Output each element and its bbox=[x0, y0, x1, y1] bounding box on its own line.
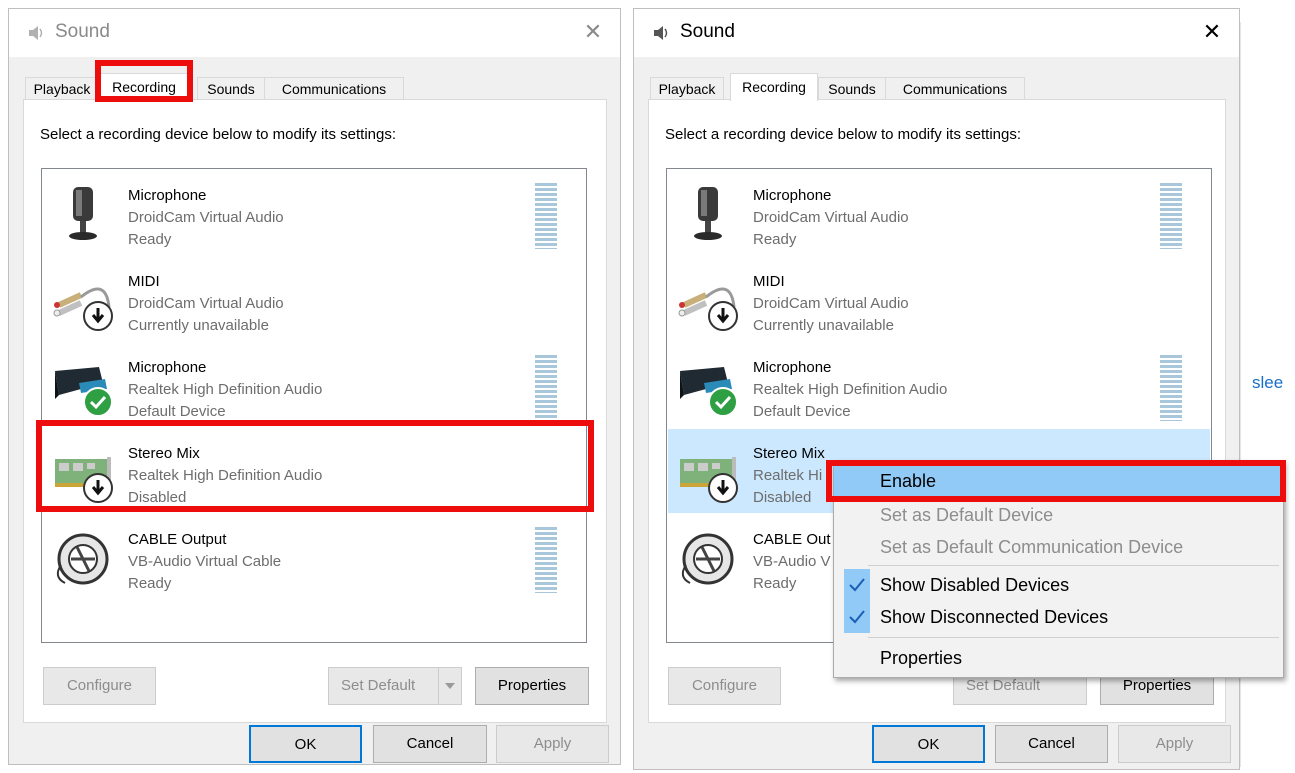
device-driver: VB-Audio V bbox=[753, 553, 831, 570]
recording-panel: Select a recording device below to modif… bbox=[23, 99, 607, 723]
device-status: Ready bbox=[753, 231, 797, 248]
device-name: Stereo Mix bbox=[753, 445, 825, 462]
device-row-midi[interactable]: MIDI DroidCam Virtual Audio Currently un… bbox=[668, 257, 1210, 341]
title-bar: Sound ✕ bbox=[634, 9, 1239, 57]
set-default-label: Set Default bbox=[966, 677, 1041, 694]
title-bar: Sound ✕ bbox=[9, 9, 620, 57]
tab-recording[interactable]: Recording bbox=[730, 73, 818, 101]
cable-reel-icon bbox=[56, 533, 109, 585]
device-row-midi[interactable]: MIDI DroidCam Virtual Audio Currently un… bbox=[43, 257, 585, 341]
device-name: Stereo Mix bbox=[128, 445, 200, 462]
menu-item-show-disabled-devices[interactable]: Show Disabled Devices bbox=[834, 569, 1283, 601]
tab-recording[interactable]: Recording bbox=[97, 73, 191, 101]
tab-communications[interactable]: Communications bbox=[264, 77, 404, 99]
configure-button[interactable]: Configure bbox=[43, 667, 156, 705]
device-list[interactable]: Microphone DroidCam Virtual Audio Ready … bbox=[41, 168, 587, 643]
level-meter bbox=[535, 355, 557, 421]
apply-button[interactable]: Apply bbox=[1118, 725, 1231, 763]
device-driver: Realtek High Definition Audio bbox=[128, 381, 323, 398]
ok-button[interactable]: OK bbox=[249, 725, 362, 763]
tab-playback[interactable]: Playback bbox=[25, 77, 99, 99]
menu-item-show-disconnected-devices[interactable]: Show Disconnected Devices bbox=[834, 601, 1283, 633]
tab-communications[interactable]: Communications bbox=[885, 77, 1025, 99]
level-meter bbox=[535, 183, 557, 249]
device-driver: DroidCam Virtual Audio bbox=[128, 209, 284, 226]
level-meter bbox=[535, 527, 557, 593]
microphone-icon bbox=[694, 187, 722, 240]
close-button[interactable]: ✕ bbox=[580, 19, 606, 45]
device-name: Microphone bbox=[128, 359, 207, 376]
menu-item-set-default-communication-device[interactable]: Set as Default Communication Device bbox=[834, 531, 1283, 563]
device-name: Microphone bbox=[753, 359, 832, 376]
menu-item-set-default-device[interactable]: Set as Default Device bbox=[834, 499, 1283, 531]
device-status: Default Device bbox=[753, 403, 851, 420]
cancel-button[interactable]: Cancel bbox=[373, 725, 487, 763]
device-driver: VB-Audio Virtual Cable bbox=[128, 553, 282, 570]
speaker-icon bbox=[654, 26, 668, 40]
context-menu: Enable Set as Default Device Set as Defa… bbox=[833, 460, 1284, 678]
device-driver: Realtek High Definition Audio bbox=[128, 467, 323, 484]
sound-dialog-left: Sound ✕ Playback Recording Sounds Commun… bbox=[8, 8, 621, 765]
device-status: Currently unavailable bbox=[128, 317, 269, 334]
device-row-microphone-realtek[interactable]: Microphone Realtek High Definition Audio… bbox=[43, 343, 585, 427]
properties-button[interactable]: Properties bbox=[475, 667, 589, 705]
instructions-text: Select a recording device below to modif… bbox=[40, 126, 397, 143]
device-status: Ready bbox=[753, 575, 797, 592]
device-driver: Realtek High Definition Audio bbox=[753, 381, 948, 398]
checkmark-icon bbox=[708, 387, 738, 417]
microphone-icon bbox=[69, 187, 97, 240]
chevron-down-icon[interactable] bbox=[438, 668, 461, 704]
device-status: Ready bbox=[128, 575, 172, 592]
close-button[interactable]: ✕ bbox=[1199, 19, 1225, 45]
device-name: CABLE Output bbox=[128, 531, 227, 548]
menu-item-enable[interactable]: Enable bbox=[834, 465, 1283, 497]
device-name: Microphone bbox=[128, 187, 207, 204]
device-name: MIDI bbox=[128, 273, 160, 290]
menu-item-properties[interactable]: Properties bbox=[834, 642, 1283, 674]
background-link-text: slee bbox=[1252, 373, 1284, 392]
tab-playback[interactable]: Playback bbox=[650, 77, 724, 99]
device-row-microphone-droidcam[interactable]: Microphone DroidCam Virtual Audio Ready bbox=[43, 171, 585, 255]
configure-button[interactable]: Configure bbox=[668, 667, 781, 705]
ok-button[interactable]: OK bbox=[872, 725, 985, 763]
device-status: Disabled bbox=[128, 489, 187, 506]
set-default-label: Set Default bbox=[341, 677, 416, 694]
level-meter bbox=[1160, 183, 1182, 249]
cancel-button[interactable]: Cancel bbox=[995, 725, 1108, 763]
down-arrow-icon bbox=[83, 301, 113, 331]
menu-separator bbox=[868, 565, 1279, 566]
set-default-button[interactable]: Set Default bbox=[328, 667, 462, 705]
device-row-microphone-realtek[interactable]: Microphone Realtek High Definition Audio… bbox=[668, 343, 1210, 427]
apply-button[interactable]: Apply bbox=[496, 725, 609, 763]
window-title: Sound bbox=[55, 21, 110, 42]
device-name: Microphone bbox=[753, 187, 832, 204]
level-meter bbox=[1160, 355, 1182, 421]
device-row-stereo-mix[interactable]: Stereo Mix Realtek High Definition Audio… bbox=[43, 429, 585, 513]
down-arrow-icon bbox=[708, 473, 738, 503]
device-driver: Realtek Hi bbox=[753, 467, 823, 484]
window-title: Sound bbox=[680, 21, 735, 42]
device-status: Ready bbox=[128, 231, 172, 248]
tab-sounds[interactable]: Sounds bbox=[197, 77, 265, 99]
device-driver: DroidCam Virtual Audio bbox=[753, 295, 909, 312]
device-status: Disabled bbox=[753, 489, 812, 506]
instructions-text: Select a recording device below to modif… bbox=[665, 126, 1022, 143]
device-status: Default Device bbox=[128, 403, 226, 420]
down-arrow-icon bbox=[708, 301, 738, 331]
menu-separator bbox=[868, 637, 1279, 638]
device-name: MIDI bbox=[753, 273, 785, 290]
cable-reel-icon bbox=[681, 533, 734, 585]
speaker-icon bbox=[29, 26, 43, 40]
device-status: Currently unavailable bbox=[753, 317, 894, 334]
down-arrow-icon bbox=[83, 473, 113, 503]
tab-sounds[interactable]: Sounds bbox=[818, 77, 886, 99]
device-row-cable-output[interactable]: CABLE Output VB-Audio Virtual Cable Read… bbox=[43, 515, 585, 599]
device-driver: DroidCam Virtual Audio bbox=[753, 209, 909, 226]
device-name: CABLE Out bbox=[753, 531, 831, 548]
device-driver: DroidCam Virtual Audio bbox=[128, 295, 284, 312]
device-row-microphone-droidcam[interactable]: Microphone DroidCam Virtual Audio Ready bbox=[668, 171, 1210, 255]
checkmark-icon bbox=[83, 387, 113, 417]
